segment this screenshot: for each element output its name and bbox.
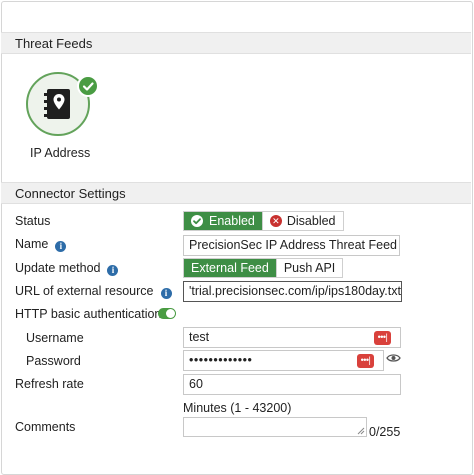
- status-toggle: Enabled ✕ Disabled: [183, 211, 344, 231]
- x-circle-icon: ✕: [269, 215, 282, 227]
- username-label: Username: [26, 331, 84, 345]
- threat-feeds-header: Threat Feeds: [1, 32, 471, 54]
- comments-textarea[interactable]: [183, 417, 367, 437]
- refresh-rate-hint: Minutes (1 - 43200): [183, 401, 292, 415]
- enabled-label: Enabled: [209, 214, 255, 228]
- name-label-text: Name: [15, 237, 49, 251]
- username-input[interactable]: test: [183, 327, 401, 348]
- key-icon-button[interactable]: •••|: [357, 354, 374, 368]
- info-icon[interactable]: i: [160, 288, 172, 299]
- password-input[interactable]: •••••••••••••: [183, 350, 384, 371]
- status-disabled-option[interactable]: ✕ Disabled: [261, 212, 343, 230]
- status-enabled-option[interactable]: Enabled: [184, 212, 262, 230]
- http-auth-label: HTTP basic authentication: [15, 307, 162, 321]
- external-feed-option[interactable]: External Feed: [184, 259, 276, 277]
- info-icon[interactable]: i: [107, 265, 119, 276]
- update-method-toggle: External Feed Push API: [183, 258, 344, 278]
- name-input[interactable]: PrecisionSec IP Address Threat Feed: [183, 235, 400, 256]
- ip-address-feed-card[interactable]: [26, 72, 99, 140]
- toggle-knob: [166, 309, 175, 318]
- password-label: Password: [26, 354, 81, 368]
- comments-label: Comments: [15, 420, 76, 434]
- connector-settings-header: Connector Settings: [1, 182, 471, 204]
- http-auth-toggle[interactable]: [158, 308, 176, 319]
- info-icon[interactable]: i: [55, 241, 67, 252]
- eye-icon[interactable]: [386, 352, 401, 364]
- status-label: Status: [15, 214, 51, 228]
- disabled-label: Disabled: [286, 214, 336, 228]
- resize-grip-icon[interactable]: [357, 427, 365, 435]
- refresh-rate-input[interactable]: 60: [183, 374, 401, 395]
- update-method-label-text: Update method: [15, 261, 101, 275]
- push-api-option[interactable]: Push API: [275, 259, 343, 277]
- url-label: URL of external resource i: [15, 284, 172, 299]
- comments-counter: 0/255: [369, 425, 401, 439]
- threat-feeds-title: Threat Feeds: [15, 36, 93, 51]
- url-label-text: URL of external resource: [15, 284, 154, 298]
- key-icon-button[interactable]: •••|: [374, 331, 391, 345]
- feed-card-label: IP Address: [30, 146, 91, 160]
- url-input[interactable]: 'trial.precisionsec.com/ip/ips180day.txt: [183, 281, 402, 302]
- check-circle-icon: [191, 215, 203, 227]
- check-icon: [77, 75, 99, 97]
- update-method-label: Update method i: [15, 261, 119, 276]
- connector-settings-title: Connector Settings: [15, 186, 126, 201]
- name-label: Name i: [15, 237, 67, 252]
- refresh-rate-label: Refresh rate: [15, 377, 84, 391]
